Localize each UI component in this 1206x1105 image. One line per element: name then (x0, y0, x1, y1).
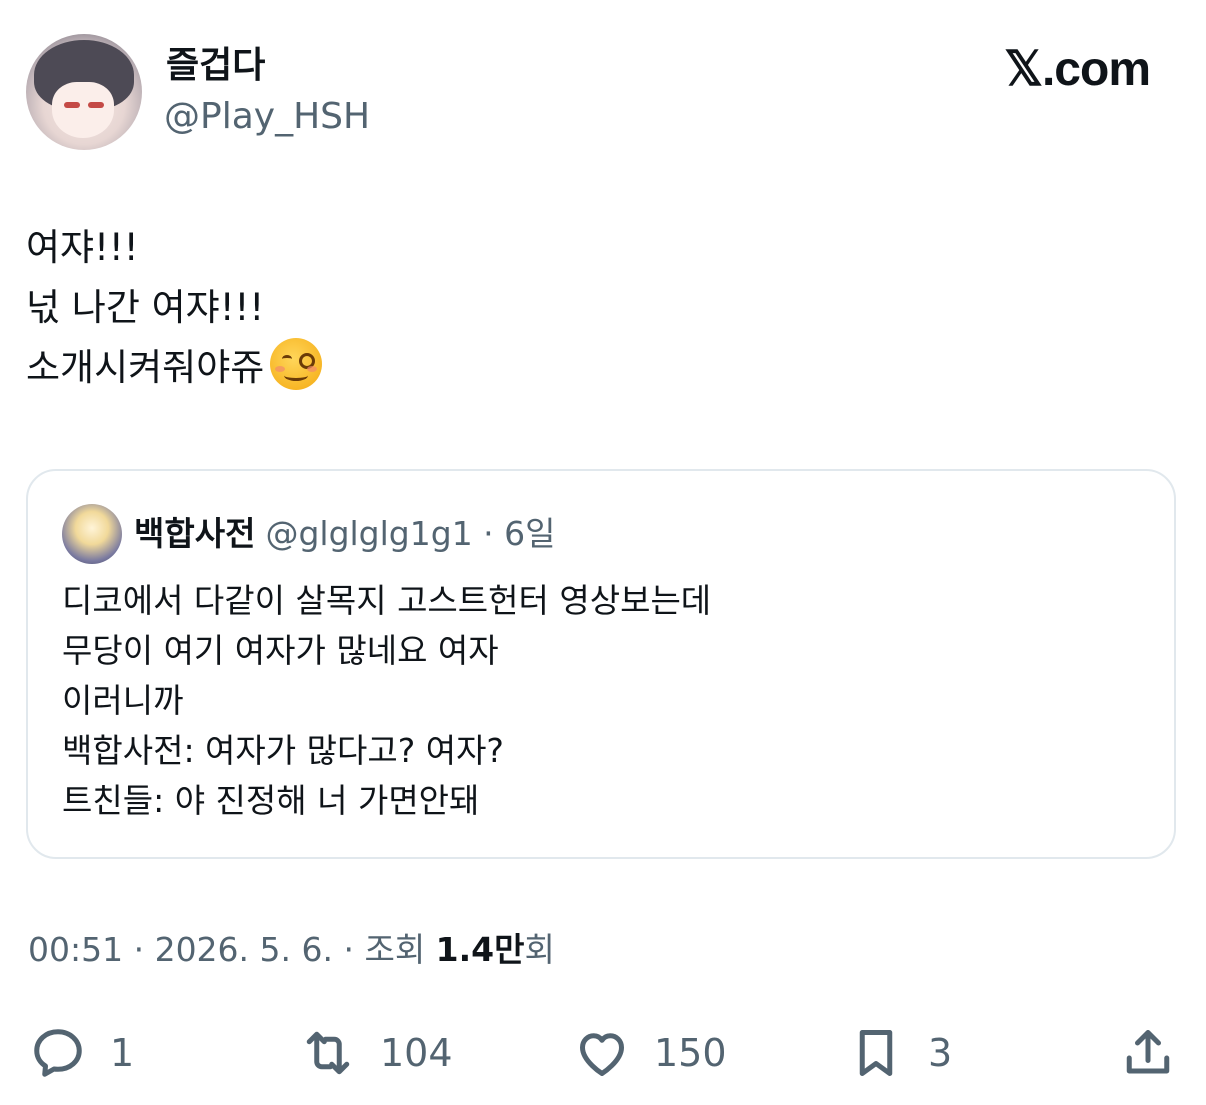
author-handle[interactable]: @Play_HSH (164, 94, 370, 140)
x-logo-brand: 𝕏.com (1004, 43, 1151, 96)
avatar-face (52, 82, 114, 138)
tweet-text: 여쟈!!! 넋 나간 여쟈!!! 소개시켜줘야쥬 (26, 218, 1166, 398)
share-button[interactable] (1118, 1018, 1178, 1088)
share-icon (1126, 1030, 1170, 1074)
quoted-line: 이러니까 (62, 681, 184, 720)
quoted-tweet-card[interactable]: 백합사전 @glglglg1g1 · 6일 디코에서 다같이 살목지 고스트헌터 … (26, 469, 1176, 859)
tweet-line: 여쟈!!! (26, 226, 139, 269)
quoted-author-name: 백합사전 (134, 514, 256, 553)
author-name[interactable]: 즐겁다 (166, 42, 265, 90)
tweet-meta: 00:51 · 2026. 5. 6. · 조회 1.4만회 (28, 926, 555, 974)
avatar-eye (88, 102, 104, 108)
bookmark-button[interactable]: 3 (846, 1018, 952, 1088)
quoted-tweet-body: 디코에서 다같이 살목지 고스트헌터 영상보는데 무당이 여기 여자가 많네요 … (62, 576, 1142, 826)
tweet-timestamp[interactable]: 00:51 · 2026. 5. 6. · 조회 (28, 930, 436, 969)
like-button[interactable]: 150 (572, 1018, 727, 1088)
reply-count: 1 (110, 1031, 135, 1075)
tweet-line: 넋 나간 여쟈!!! (26, 286, 265, 329)
view-count: 1.4만 (435, 930, 525, 969)
action-bar: 1 104 150 3 (0, 1018, 1206, 1088)
quoted-line: 트친들: 야 진정해 너 가면안돼 (62, 781, 480, 820)
view-count-suffix: 회 (524, 930, 555, 969)
quoted-author-meta: @glglglg1g1 · 6일 (265, 514, 556, 553)
bookmark-icon (859, 1030, 893, 1076)
quoted-tweet-header: 백합사전 @glglglg1g1 · 6일 (134, 511, 556, 557)
retweet-icon (306, 1031, 350, 1075)
heart-icon (580, 1033, 624, 1076)
author-avatar[interactable] (26, 34, 142, 150)
reply-icon (34, 1029, 82, 1077)
retweet-button[interactable]: 104 (298, 1018, 453, 1088)
woozy-face-emoji-icon (270, 338, 323, 390)
like-count: 150 (654, 1031, 727, 1075)
reply-button[interactable]: 1 (28, 1018, 134, 1088)
tweet-line-text: 소개시켜줘야쥬 (26, 346, 265, 389)
quoted-line: 백합사전: 여자가 많다고? 여자? (62, 731, 504, 770)
bookmark-count: 3 (928, 1031, 953, 1075)
avatar-eye (64, 102, 80, 108)
quoted-author-avatar (62, 504, 122, 564)
tweet-line: 소개시켜줘야쥬 (26, 338, 1166, 398)
retweet-count: 104 (380, 1031, 453, 1075)
quoted-line: 디코에서 다같이 살목지 고스트헌터 영상보는데 (62, 581, 712, 620)
quoted-line: 무당이 여기 여자가 많네요 여자 (62, 631, 499, 670)
